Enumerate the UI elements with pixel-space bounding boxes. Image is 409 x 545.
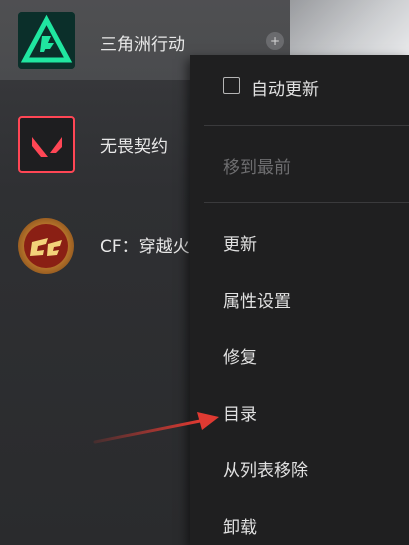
annotation-arrow-icon xyxy=(93,412,219,444)
